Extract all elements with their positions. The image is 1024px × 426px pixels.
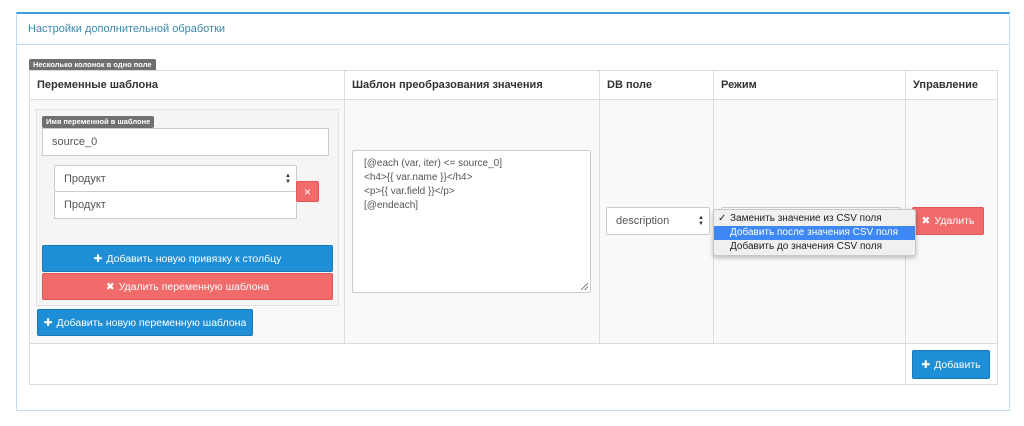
column-dropdown-option[interactable]: Продукт — [54, 192, 297, 219]
template-line: [@each (var, iter) <= source_0] — [364, 158, 502, 169]
db-field-select[interactable]: description ▲ ▼ — [606, 207, 710, 235]
plus-icon: ✚ — [921, 358, 931, 371]
mode-option-label: Добавить после значения CSV поля — [730, 227, 898, 238]
header-controls: Управление — [905, 70, 998, 100]
remove-binding-button[interactable]: × — [296, 181, 319, 202]
mode-dropdown-menu: ✓ Заменить значение из CSV поля Добавить… — [713, 209, 916, 256]
panel-title: Настройки дополнительной обработки — [17, 14, 1009, 45]
check-icon: ✓ — [718, 213, 727, 224]
controls-cell: ✖ Удалить — [905, 99, 998, 344]
header-mode: Режим — [713, 70, 906, 100]
add-binding-label: Добавить новую привязку к столбцу — [106, 252, 282, 265]
column-select[interactable]: Продукт ▲ ▼ — [54, 165, 297, 192]
db-field-value: description — [616, 215, 670, 227]
mode-option-label: Заменить значение из CSV поля — [730, 213, 882, 224]
template-line: <p>{{ var.field }}</p> — [364, 186, 455, 197]
mode-option-append[interactable]: Добавить после значения CSV поля — [714, 226, 915, 240]
delete-variable-label: Удалить переменную шаблона — [118, 280, 270, 293]
template-line: <h4>{{ var.name }}</h4> — [364, 172, 473, 183]
plus-icon: ✚ — [43, 316, 53, 329]
add-variable-label: Добавить новую переменную шаблона — [56, 316, 247, 329]
add-binding-button[interactable]: ✚ Добавить новую привязку к столбцу — [42, 245, 333, 272]
delete-row-button[interactable]: ✖ Удалить — [912, 207, 984, 235]
mode-option-replace[interactable]: ✓ Заменить значение из CSV поля — [714, 212, 915, 226]
header-template: Шаблон преобразования значения — [344, 70, 600, 100]
footer-cell — [29, 343, 906, 385]
header-db-field: DB поле — [599, 70, 714, 100]
times-icon: × — [303, 184, 311, 199]
add-row-label: Добавить — [934, 358, 981, 371]
times-icon: ✖ — [105, 280, 115, 293]
plus-icon: ✚ — [93, 252, 103, 265]
variables-cell: Имя переменной в шаблоне source_0 Продук… — [29, 99, 345, 344]
variable-name-badge: Имя переменной в шаблоне — [42, 116, 155, 128]
mode-option-label: Добавить до значения CSV поля — [730, 241, 883, 252]
template-cell: [@each (var, iter) <= source_0] <h4>{{ v… — [344, 99, 600, 344]
add-cell: ✚ Добавить — [905, 343, 998, 385]
header-variables: Переменные шаблона — [29, 70, 345, 100]
times-icon: ✖ — [921, 215, 931, 227]
select-arrows-icon: ▲ ▼ — [285, 172, 291, 185]
template-textarea[interactable]: [@each (var, iter) <= source_0] <h4>{{ v… — [352, 150, 591, 293]
add-row-button[interactable]: ✚ Добавить — [912, 350, 990, 379]
add-variable-button[interactable]: ✚ Добавить новую переменную шаблона — [37, 309, 253, 336]
select-arrows-icon: ▲ ▼ — [698, 215, 704, 227]
delete-variable-button[interactable]: ✖ Удалить переменную шаблона — [42, 273, 333, 300]
template-line: [@endeach] — [364, 200, 419, 211]
db-field-cell: description ▲ ▼ — [599, 99, 714, 344]
resize-grip-icon[interactable] — [581, 283, 588, 290]
mode-option-prepend[interactable]: Добавить до значения CSV поля — [714, 240, 915, 254]
variable-name-input[interactable]: source_0 — [42, 128, 329, 156]
column-select-value: Продукт — [64, 172, 106, 185]
delete-row-label: Удалить — [934, 215, 975, 227]
